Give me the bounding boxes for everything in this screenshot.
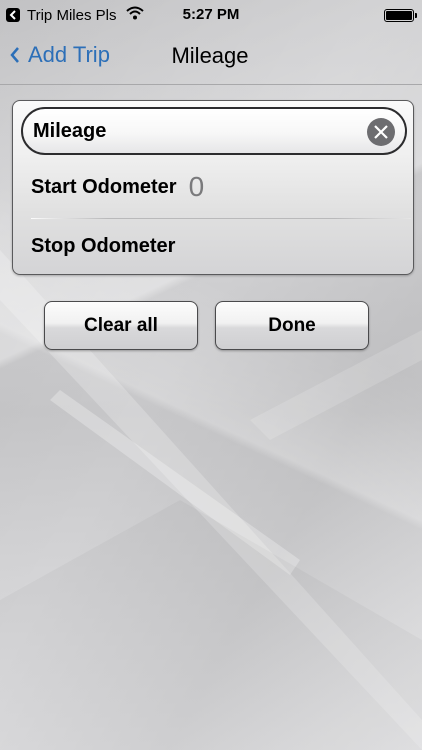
done-button[interactable]: Done (215, 301, 369, 350)
start-odometer-value[interactable]: 0 (189, 171, 205, 203)
battery-icon (384, 9, 417, 22)
stop-odometer-row[interactable]: Stop Odometer (31, 218, 401, 274)
stop-odometer-label: Stop Odometer (31, 234, 176, 257)
chevron-left-icon (10, 47, 19, 63)
status-bar: Trip Miles Pls 5:27 PM (0, 0, 422, 30)
mileage-field[interactable]: Mileage (21, 107, 407, 155)
start-odometer-label: Start Odometer (31, 175, 177, 198)
mileage-form: Mileage Start Odometer 0 Stop Odometer (12, 100, 414, 275)
back-button-label: Add Trip (28, 42, 110, 67)
clear-all-button[interactable]: Clear all (44, 301, 198, 350)
page-title: Mileage (171, 43, 249, 68)
clear-icon[interactable] (367, 118, 395, 146)
status-time: 5:27 PM (182, 6, 240, 23)
mileage-label: Mileage (33, 119, 107, 142)
back-button[interactable]: Add Trip (10, 42, 110, 68)
navigation-bar: Add Trip Mileage (0, 30, 422, 85)
start-odometer-row[interactable]: Start Odometer 0 (31, 159, 401, 215)
